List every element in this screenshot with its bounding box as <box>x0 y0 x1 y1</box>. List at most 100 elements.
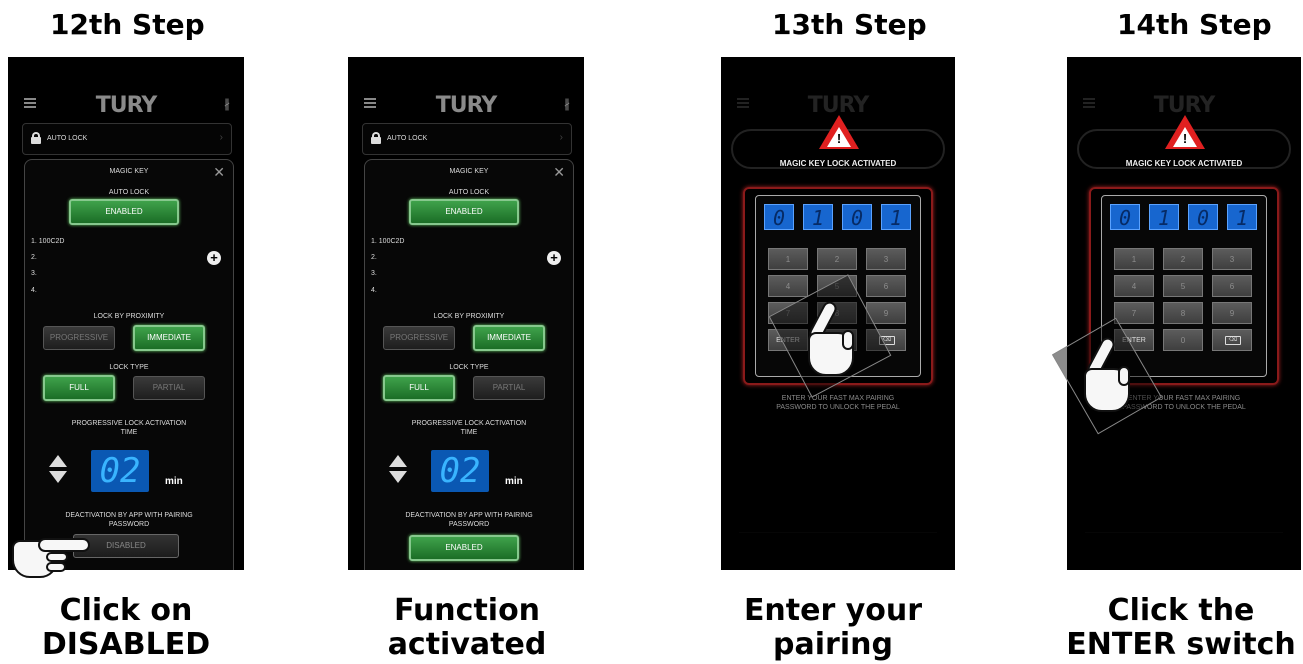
add-key-plus-icon[interactable]: + <box>207 251 221 265</box>
up-down-arrows-icon[interactable] <box>387 455 409 487</box>
auto-lock-row[interactable]: AUTO LOCK › <box>22 123 232 155</box>
partial-option-button[interactable]: PARTIAL <box>473 376 545 400</box>
caption-line: Click on <box>59 593 193 628</box>
caption-line: activated <box>387 627 547 662</box>
partial-option-button[interactable]: PARTIAL <box>133 376 205 400</box>
activation-time-label: PROGRESSIVE LOCK ACTIVATION <box>71 420 187 427</box>
caption-line: Enter your <box>743 593 923 628</box>
keypad-instruction-line: PASSWORD TO UNLOCK THE PEDAL <box>776 404 900 411</box>
backspace-key[interactable]: ⌫ <box>1212 329 1252 351</box>
lock-by-proximity-label: LOCK BY PROXIMITY <box>93 313 165 320</box>
auto-lock-enabled-button[interactable]: ENABLED <box>409 199 519 225</box>
caption-line: ENTER switch <box>1066 627 1296 662</box>
key-3[interactable]: 3 <box>1212 248 1252 270</box>
auto-lock-row-label: AUTO LOCK <box>47 135 88 142</box>
magic-key-list-item: 2. <box>371 254 377 261</box>
magic-key-modal: MAGIC KEY ✕ AUTO LOCK ENABLED 1. 100C2D … <box>24 159 234 570</box>
function-activated-caption: Function activated <box>327 594 607 662</box>
caption-line: pairing password <box>752 627 914 664</box>
step-14-caption: Click the ENTER switch <box>1041 594 1303 662</box>
magic-key-list-item: 1. 100C2D <box>371 238 405 245</box>
bluetooth-icon: ∦ <box>564 97 570 111</box>
activation-time-label-2: TIME <box>120 429 138 436</box>
password-digit: 1 <box>881 204 911 230</box>
key-1[interactable]: 1 <box>1114 248 1154 270</box>
key-6[interactable]: 6 <box>1212 275 1252 297</box>
activation-time-unit: min <box>165 476 183 487</box>
full-option-button[interactable]: FULL <box>383 375 455 401</box>
lock-icon <box>31 132 41 144</box>
password-digit: 0 <box>764 204 794 230</box>
lock-icon <box>371 132 381 144</box>
dimmed-footer <box>1085 532 1283 554</box>
progressive-option-button[interactable]: PROGRESSIVE <box>383 326 455 350</box>
password-digit: 0 <box>842 204 872 230</box>
key-0[interactable]: 0 <box>1163 329 1203 351</box>
keypad-instruction: ENTER YOUR FAST MAX PAIRING PASSWORD TO … <box>721 394 955 412</box>
keypad-instruction-line: ENTER YOUR FAST MAX PAIRING <box>781 395 895 402</box>
key-4[interactable]: 4 <box>1114 275 1154 297</box>
password-digit: 0 <box>1188 204 1218 230</box>
activation-time-label: PROGRESSIVE LOCK ACTIVATION <box>411 420 527 427</box>
phone-screen-step-14: TURY ! MAGIC KEY LOCK ACTIVATED 0 1 0 1 … <box>1067 57 1301 570</box>
key-6[interactable]: 6 <box>866 275 906 297</box>
step-13-caption: Enter your pairing password <box>693 594 973 664</box>
full-option-button[interactable]: FULL <box>43 375 115 401</box>
caption-line: Click the <box>1107 593 1255 628</box>
caption-line: DISABLED <box>41 627 211 662</box>
key-7[interactable]: 7 <box>1114 302 1154 324</box>
key-2[interactable]: 2 <box>1163 248 1203 270</box>
key-8[interactable]: 8 <box>1163 302 1203 324</box>
up-down-arrows-icon[interactable] <box>47 455 69 487</box>
auto-lock-label: AUTO LOCK <box>448 189 490 196</box>
key-1[interactable]: 1 <box>768 248 808 270</box>
lock-type-label: LOCK TYPE <box>109 364 149 371</box>
auto-lock-label: AUTO LOCK <box>108 189 150 196</box>
app-logo: TURY <box>95 93 158 118</box>
auto-lock-enabled-button[interactable]: ENABLED <box>69 199 179 225</box>
phone-screen-activated: TURY ∦ AUTO LOCK › MAGIC KEY ✕ AUTO LOCK… <box>348 57 584 570</box>
bluetooth-icon: ∦ <box>224 97 230 111</box>
backspace-icon: ⌫ <box>1225 336 1241 345</box>
immediate-option-button[interactable]: IMMEDIATE <box>133 325 205 351</box>
magic-key-list-item: 3. <box>371 270 377 277</box>
magic-key-modal: MAGIC KEY ✕ AUTO LOCK ENABLED 1. 100C2D … <box>364 159 574 570</box>
key-9[interactable]: 9 <box>1212 302 1252 324</box>
key-5[interactable]: 5 <box>1163 275 1203 297</box>
key-3[interactable]: 3 <box>866 248 906 270</box>
caption-line: Function <box>393 593 541 628</box>
immediate-option-button[interactable]: IMMEDIATE <box>473 325 545 351</box>
phone-screen-step-12: TURY ∦ AUTO LOCK › MAGIC KEY ✕ AUTO LOCK… <box>8 57 244 570</box>
deactivation-enabled-button[interactable]: ENABLED <box>409 535 519 561</box>
deactivation-label-2: PASSWORD <box>448 521 490 528</box>
add-key-plus-icon[interactable]: + <box>547 251 561 265</box>
magic-key-list-item: 2. <box>31 254 37 261</box>
step-13-title: 13th Step <box>772 8 927 41</box>
progressive-option-button[interactable]: PROGRESSIVE <box>43 326 115 350</box>
dimmed-footer <box>739 532 937 554</box>
chevron-right-icon: › <box>219 132 223 143</box>
deactivation-label: DEACTIVATION BY APP WITH PAIRING <box>405 512 533 519</box>
lock-by-proximity-label: LOCK BY PROXIMITY <box>433 313 505 320</box>
magic-key-list-item: 1. 100C2D <box>31 238 65 245</box>
modal-title: MAGIC KEY <box>449 168 489 175</box>
key-2[interactable]: 2 <box>817 248 857 270</box>
magic-key-list-item: 4. <box>371 287 377 294</box>
app-header: TURY ∦ <box>8 85 244 125</box>
magic-key-list-item: 3. <box>31 270 37 277</box>
pointing-hand-icon <box>798 299 868 382</box>
lock-type-label: LOCK TYPE <box>449 364 489 371</box>
pointing-hand-icon <box>8 524 90 578</box>
auto-lock-row[interactable]: AUTO LOCK › <box>362 123 572 155</box>
magic-key-list-item: 4. <box>31 287 37 294</box>
activation-time-display: 02 <box>91 450 149 492</box>
close-icon[interactable]: ✕ <box>213 164 225 181</box>
modal-title: MAGIC KEY <box>109 168 149 175</box>
close-icon[interactable]: ✕ <box>553 164 565 181</box>
key-4[interactable]: 4 <box>768 275 808 297</box>
activation-time-label-2: TIME <box>460 429 478 436</box>
pointing-hand-icon <box>1074 335 1144 418</box>
chevron-right-icon: › <box>559 132 563 143</box>
step-14-title: 14th Step <box>1117 8 1272 41</box>
lock-activated-title: MAGIC KEY LOCK ACTIVATED <box>1125 159 1243 168</box>
